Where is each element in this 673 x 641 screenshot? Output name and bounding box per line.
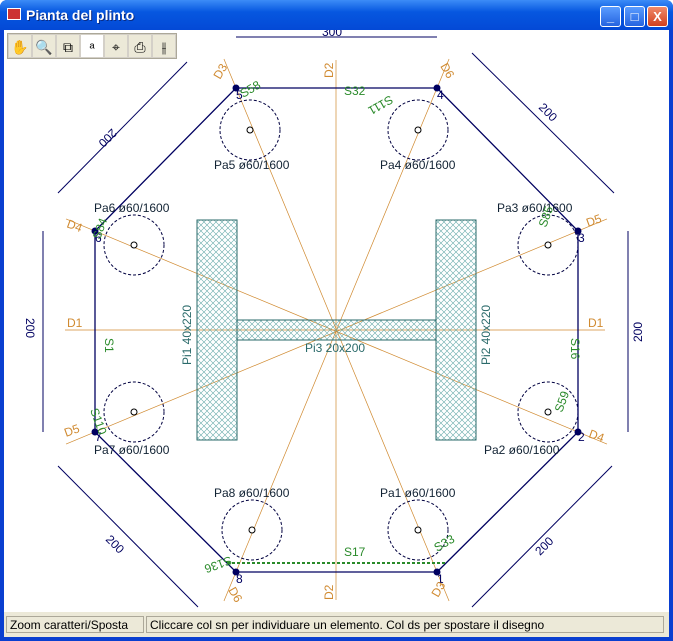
direction-label-d3: D3 <box>210 61 230 82</box>
dimension-label: 200 <box>532 534 556 558</box>
direction-label-d6: D6 <box>225 585 245 606</box>
dimension-label: 200 <box>95 126 119 150</box>
column-label-pi1: Pi1 40x220 <box>180 305 194 365</box>
locate-button[interactable]: ⌖ <box>104 34 128 58</box>
section-label-s1: S1 <box>102 338 116 353</box>
vertex-label: 4 <box>437 88 444 102</box>
zoom-text-button[interactable]: ᵃ <box>80 34 104 58</box>
section-label-s84: S84 <box>90 216 111 241</box>
pile-label: Pa4 ø60/1600 <box>380 158 456 172</box>
pile-center <box>130 408 138 416</box>
drawing-area[interactable]: 1 2 3 4 5 6 7 8 300 200 200 200 200 200 200 Pa1 ø60/160… <box>4 25 669 612</box>
title-bar[interactable]: Pianta del plinto _ □ X <box>0 0 673 30</box>
direction-label-d2: D2 <box>322 62 336 78</box>
dimension-bottom-right <box>471 465 613 608</box>
direction-label-d4: D4 <box>65 217 85 236</box>
settings-button[interactable]: ⫲ <box>152 34 176 58</box>
plinth-plan[interactable]: 12345678300200 200200200200 200Pa1 ø60/160… <box>4 25 669 612</box>
dimension-top-right <box>471 52 615 194</box>
vertex-label: 2 <box>578 430 585 444</box>
status-hint: Cliccare col sn per individuare un eleme… <box>146 616 664 633</box>
section-label-s33: S33 <box>432 532 458 555</box>
direction-label-d1: D1 <box>588 316 604 330</box>
section-label-s16: S16 <box>568 338 582 360</box>
section-label-s136: S136 <box>202 553 233 576</box>
column-label-pi2: Pi2 40x220 <box>479 305 493 365</box>
status-mode: Zoom caratteri/Sposta <box>6 616 144 633</box>
column-label-pi3: Pi3 20x200 <box>305 341 365 355</box>
pile-center <box>544 241 552 249</box>
pile-center <box>414 526 422 534</box>
pile-label: Pa6 ø60/1600 <box>94 201 170 215</box>
pile-label: Pa3 ø60/1600 <box>497 201 573 215</box>
pile-label: Pa8 ø60/1600 <box>214 486 290 500</box>
pile-center <box>246 126 254 134</box>
window: Pianta del plinto _ □ X 1 2 3 4 5 6 7 8 300 200 20… <box>0 0 673 641</box>
app-icon <box>7 8 21 20</box>
pile-label: Pa2 ø60/1600 <box>484 443 560 457</box>
pile-center <box>248 526 256 534</box>
zoom-extents-button[interactable]: ⧉ <box>56 34 80 58</box>
maximize-button[interactable]: □ <box>624 6 645 27</box>
section-label-s17: S17 <box>344 545 366 559</box>
vertex-label: 3 <box>578 231 585 245</box>
dimension-label: 200 <box>631 322 645 342</box>
direction-label-d5: D5 <box>584 211 604 230</box>
print-button[interactable]: ⎙ <box>128 34 152 58</box>
section-label-s111: S111 <box>365 92 395 117</box>
dimension-top-left <box>57 61 188 194</box>
column-pi1 <box>196 219 238 441</box>
minimize-button[interactable]: _ <box>600 6 621 27</box>
toolbar: ✋ 🔍 ⧉ ᵃ ⌖ ⎙ ⫲ <box>7 33 177 59</box>
section-label-s32: S32 <box>344 84 366 98</box>
pile-label: Pa1 ø60/1600 <box>380 486 456 500</box>
pile-center <box>544 408 552 416</box>
pile-center <box>414 126 422 134</box>
direction-label-d2: D2 <box>322 584 336 600</box>
dimension-top-label: 300 <box>322 30 342 39</box>
dimension-bottom-left <box>57 465 199 608</box>
direction-label-d6: D6 <box>437 61 457 82</box>
window-title: Pianta del plinto <box>26 7 135 23</box>
pile-label: Pa5 ø60/1600 <box>214 158 290 172</box>
status-bar: Zoom caratteri/Sposta Cliccare col sn pe… <box>4 612 669 637</box>
dimension-label: 200 <box>536 100 560 124</box>
dimension-label: 200 <box>23 318 37 338</box>
section-label-s59: S59 <box>552 389 573 414</box>
section-label-s110: S110 <box>87 406 110 437</box>
direction-label-d5: D5 <box>62 421 82 440</box>
close-button[interactable]: X <box>647 6 668 27</box>
pan-hand-button[interactable]: ✋ <box>8 34 32 58</box>
pile-center <box>130 241 138 249</box>
column-pi2 <box>435 219 477 441</box>
beam-pi3 <box>236 319 437 341</box>
pile-label: Pa7 ø60/1600 <box>94 443 170 457</box>
dimension-label: 200 <box>103 532 127 556</box>
direction-label-d3: D3 <box>428 579 448 600</box>
zoom-window-button[interactable]: 🔍 <box>32 34 56 58</box>
direction-label-d1: D1 <box>67 316 83 330</box>
